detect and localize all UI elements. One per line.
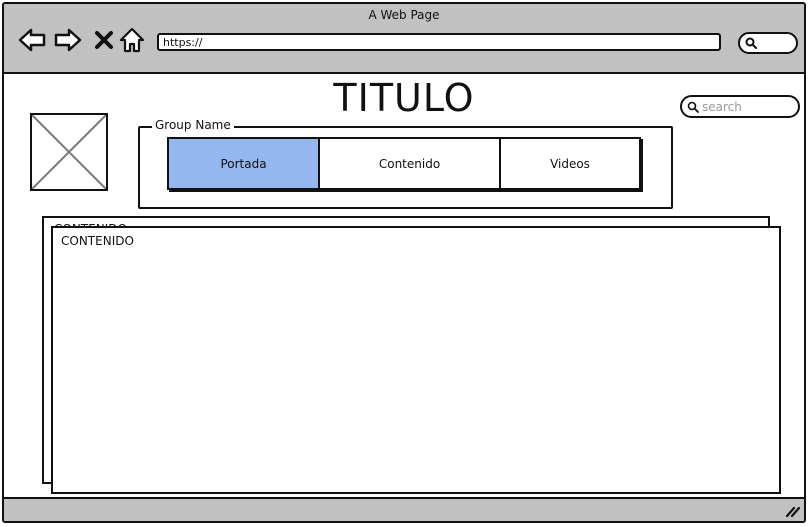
arrow-left-icon: [18, 28, 46, 52]
image-placeholder-icon: [31, 114, 107, 190]
search-placeholder: search: [702, 100, 742, 114]
image-placeholder: [30, 113, 108, 191]
status-bar: [4, 497, 804, 521]
window-title: A Web Page: [368, 8, 440, 22]
content-panel: CONTENIDO: [51, 226, 781, 494]
browser-search-button[interactable]: [738, 32, 798, 54]
home-icon: [119, 27, 145, 53]
home-button[interactable]: [116, 24, 148, 56]
tab-bar: Portada Contenido Videos: [167, 137, 641, 190]
resize-grip-icon[interactable]: [784, 504, 800, 518]
content-panel-label: CONTENIDO: [61, 234, 134, 248]
tab-videos[interactable]: Videos: [501, 139, 639, 188]
search-icon: [745, 37, 757, 49]
arrow-right-icon: [54, 28, 82, 52]
back-button[interactable]: [16, 24, 48, 56]
browser-toolbar: A Web Page https://: [4, 4, 804, 74]
browser-window: A Web Page https:// TITULO search Group …: [2, 2, 806, 523]
group-label: Group Name: [152, 117, 234, 133]
tab-portada[interactable]: Portada: [169, 139, 320, 188]
x-icon: [95, 31, 113, 49]
search-icon: [687, 101, 699, 113]
search-input[interactable]: search: [680, 95, 800, 118]
tab-contenido[interactable]: Contenido: [320, 139, 501, 188]
url-input[interactable]: https://: [157, 33, 721, 51]
forward-button[interactable]: [52, 24, 84, 56]
